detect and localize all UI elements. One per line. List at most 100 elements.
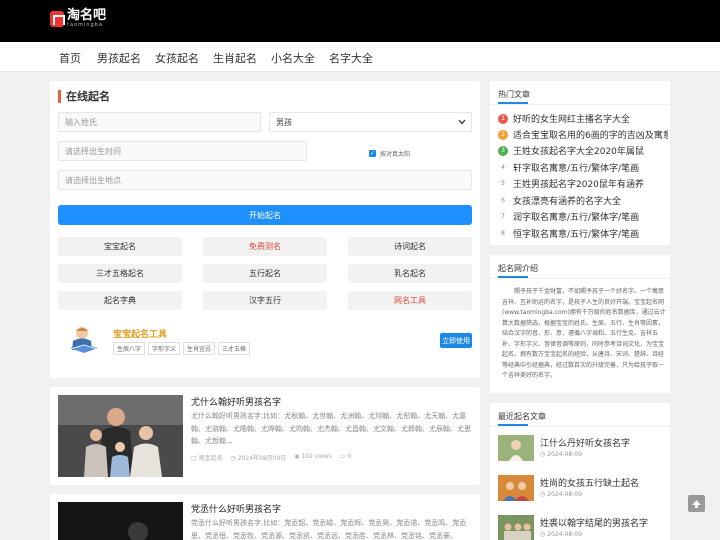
nav-item-name-list[interactable]: 名字大全 [329,50,373,66]
rank-number: 4 [501,164,505,171]
site-intro-title: 起名网介绍 [498,264,538,273]
tool-character-elements[interactable]: 汉字五行 [203,291,327,310]
article-meta: ▢ 男宝起名 ◷ 2024年08月09日 ◉ 102 views ▭ 0 [191,453,351,462]
birth-place-input[interactable]: 请选择出生地点 [58,170,472,190]
article-title[interactable]: 尤什么翰好听男孩名字 [191,395,281,408]
tool-baby-naming[interactable]: 宝宝起名 [58,237,182,256]
recent-article-title[interactable]: 姓尚的女孩五行缺土起名 [540,476,639,489]
tool-nickname-tools[interactable]: 网名工具 [348,291,472,310]
hot-article-item[interactable]: 2 适合宝宝取名用的6画的字的吉凶及寓意 [498,128,668,141]
promo-tag: 三才五格 [218,342,251,355]
hot-article-item[interactable]: 4 轩字取名寓意/五行/繁体字/笔画 [498,161,668,174]
hot-article-item[interactable]: 5 王姓男孩起名字2020鼠年有涵养 [498,177,668,190]
site-logo[interactable]: 淘名吧 taomingba [50,8,107,28]
recent-article-date: ◷ 2024-08-09 [540,491,583,498]
logo-icon [50,11,65,27]
top-bar: 淘名吧 taomingba [0,0,720,42]
logo-text: 淘名吧 [67,8,107,23]
tool-free-name-test[interactable]: 免费测名 [203,237,327,256]
nav-item-girl-names[interactable]: 女孩起名 [155,50,199,66]
article-card: 尤什么翰好听男孩名字 尤什么翰好听男孩名字,比如：尤秋翰、尤世翰、尤洲翰、尤旭翰… [50,387,480,485]
recent-article-title[interactable]: 姓裘以翰字结尾的男孩名字 [540,516,648,529]
hot-article-item[interactable]: 8 恒字取名寓意/五行/繁体字/笔画 [498,227,668,240]
birth-time-input[interactable]: 请选择出生时间 [58,141,307,161]
article-date: ◷ 2024年08月09日 [230,455,287,462]
article-thumbnail[interactable] [58,502,183,540]
tool-milk-name[interactable]: 乳名起名 [348,264,472,283]
child-reading-image [62,324,106,356]
form-title: 在线起名 [58,90,110,103]
promo-tag: 生肖宜忌 [183,342,216,355]
hot-article-item[interactable]: 7 润字取名寓意/五行/繁体字/笔画 [498,210,668,223]
divider [490,104,670,105]
promo-tags: 生辰八字 字形字义 生肖宜忌 三才五格 [113,342,251,355]
article-comments: ▭ 0 [339,453,352,460]
hot-article-item[interactable]: 3 王姓女孩起名字大全2020年属鼠 [498,144,668,157]
article-excerpt: 尤什么翰好听男孩名字,比如：尤秋翰、尤世翰、尤洲翰、尤旭翰、尤彤翰、尤天翰、尤嘉… [191,412,471,445]
start-naming-button[interactable]: 开始起名 [58,205,472,225]
rank-number: 6 [501,197,505,204]
recent-article-date: ◷ 2024-08-09 [540,531,583,538]
hot-article-title: 恒字取名寓意/五行/繁体字/笔画 [513,230,640,240]
tool-five-elements[interactable]: 五行起名 [203,264,327,283]
tool-naming-dictionary[interactable]: 起名字典 [58,291,182,310]
use-now-button[interactable]: 立即使用 [440,333,472,348]
gender-select[interactable]: 男孩 [269,112,472,132]
rank-number: 5 [501,180,505,187]
promo-banner: 宝宝起名工具 生辰八字 字形字义 生肖宜忌 三才五格 立即使用 [58,322,472,360]
hot-article-title: 王姓男孩起名字2020鼠年有涵养 [513,180,644,190]
nav-item-nicknames[interactable]: 小名大全 [271,50,315,66]
divider [490,278,670,279]
solar-time-checkbox[interactable]: ✓ 按对真太阳 [369,149,410,158]
hot-articles-widget: 热门文章 1 好听的女生网红主播名字大全 2 适合宝宝取名用的6画的字的吉凶及寓… [490,81,670,245]
arrow-up-icon [692,499,701,508]
article-views: ◉ 102 views [294,453,332,460]
promo-tag: 字形字义 [148,342,181,355]
recent-article-thumbnail[interactable] [498,475,534,501]
hot-article-title: 王姓女孩起名字大全2020年属鼠 [513,147,644,157]
hot-article-item[interactable]: 1 好听的女生网红主播名字大全 [498,112,668,125]
chevron-down-icon [458,119,466,125]
hot-articles-title: 热门文章 [498,90,530,99]
promo-tag: 生辰八字 [113,342,146,355]
article-excerpt: 党丞什么好听男孩名字,比如：党丞韶、党丞峻、党丞辉、党丞昊、党丞诺、党丞鸣、党丞… [191,519,467,540]
hot-article-title: 适合宝宝取名用的6画的字的吉凶及寓意 [513,131,668,141]
gender-select-value: 男孩 [276,117,292,127]
tool-sancai-wuge[interactable]: 三才五格起名 [58,264,182,283]
hot-article-title: 好听的女生网红主播名字大全 [513,115,631,125]
recent-article-thumbnail[interactable] [498,435,534,461]
tool-poetry-naming[interactable]: 诗词起名 [348,237,472,256]
recent-article-date: ◷ 2024-08-09 [540,451,583,458]
rank-badge: 1 [498,113,508,124]
nav-item-boy-names[interactable]: 男孩起名 [97,50,141,66]
rank-badge: 3 [498,145,508,156]
promo-title: 宝宝起名工具 [113,330,168,340]
recent-articles-title: 最近起名文章 [498,412,546,421]
recent-article-thumbnail[interactable] [498,515,534,540]
hot-article-item[interactable]: 6 女孩漂亮有涵养的名字大全 [498,194,668,207]
article-title[interactable]: 党丞什么好听男孩名字 [191,502,281,515]
rank-number: 7 [501,213,505,220]
solar-time-label: 按对真太阳 [380,151,411,158]
article-card: 党丞什么好听男孩名字 党丞什么好听男孩名字,比如：党丞韶、党丞峻、党丞辉、党丞昊… [50,494,480,540]
online-naming-card: 在线起名 输入姓氏 男孩 请选择出生时间 ✓ 按对真太阳 请选择出生地点 开始起… [50,81,480,378]
article-thumbnail[interactable] [58,395,183,477]
hot-article-title: 轩字取名寓意/五行/繁体字/笔画 [513,164,640,174]
surname-input[interactable]: 输入姓氏 [58,112,261,132]
article-category[interactable]: ▢ 男宝起名 [191,453,223,462]
main-nav: 首页 男孩起名 女孩起名 生肖起名 小名大全 名字大全 [0,42,720,72]
rank-number: 8 [501,230,505,237]
site-intro-widget: 起名网介绍 赐予孩子千金财富，不如赐予孩子一个好名字。一个寓意吉祥、互补助运的名… [490,255,670,393]
checkbox-checked-icon: ✓ [369,150,376,157]
back-to-top-button[interactable] [688,495,705,512]
logo-subtext: taomingba [67,22,103,28]
hot-article-title: 女孩漂亮有涵养的名字大全 [513,197,622,207]
site-intro-text: 赐予孩子千金财富，不如赐予孩子一个好名字。一个寓意吉祥、互补助运的名字，是孩子人… [502,288,666,379]
recent-article-title[interactable]: 江什么丹好听女孩名字 [540,436,630,449]
nav-item-zodiac-names[interactable]: 生肖起名 [213,50,257,66]
rank-badge: 2 [498,129,508,140]
nav-item-home[interactable]: 首页 [59,50,81,66]
recent-articles-widget: 最近起名文章 江什么丹好听女孩名字 ◷ 2024-08-09 姓尚的女孩五行缺土… [490,403,670,540]
divider [490,426,670,427]
hot-article-title: 润字取名寓意/五行/繁体字/笔画 [513,213,640,223]
